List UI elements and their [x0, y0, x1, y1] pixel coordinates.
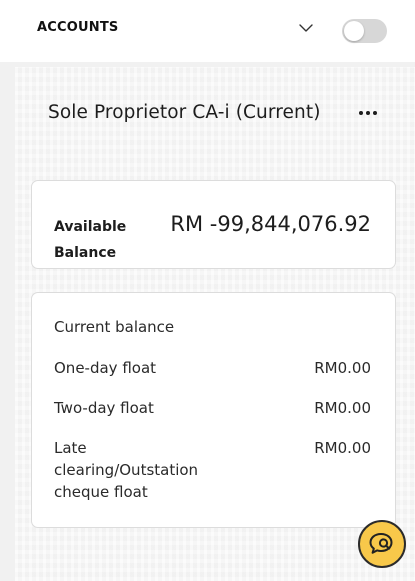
more-dot — [366, 111, 370, 115]
one-day-float-value: RM0.00 — [314, 359, 371, 377]
chevron-down-icon[interactable] — [298, 22, 314, 34]
accounts-toggle[interactable] — [342, 19, 387, 43]
two-day-float-value: RM0.00 — [314, 399, 371, 417]
two-day-float-label: Two-day float — [54, 399, 154, 417]
available-balance-label: Available Balance — [54, 219, 127, 261]
more-dot — [359, 111, 363, 115]
available-balance-value: RM -99,844,076.92 — [170, 212, 371, 236]
accounts-header: ACCOUNTS — [0, 0, 415, 62]
chat-button[interactable] — [358, 520, 406, 568]
one-day-float-label: One-day float — [54, 359, 157, 377]
balance-details-card: Current balance One-day float RM0.00 Two… — [31, 292, 396, 528]
available-balance-card: Available Balance RM -99,844,076.92 — [31, 180, 396, 269]
toggle-knob — [344, 21, 364, 41]
more-dot — [373, 111, 377, 115]
account-name: Sole Proprietor CA-i (Current) — [48, 102, 321, 123]
late-clearing-float-value: RM0.00 — [314, 439, 371, 457]
accounts-title: ACCOUNTS — [37, 20, 119, 35]
current-balance-label: Current balance — [54, 318, 175, 336]
late-clearing-float-label: Late clearing/Outstation cheque float — [54, 439, 199, 501]
more-options-icon[interactable] — [356, 102, 380, 124]
chat-bubble-icon — [369, 533, 393, 554]
